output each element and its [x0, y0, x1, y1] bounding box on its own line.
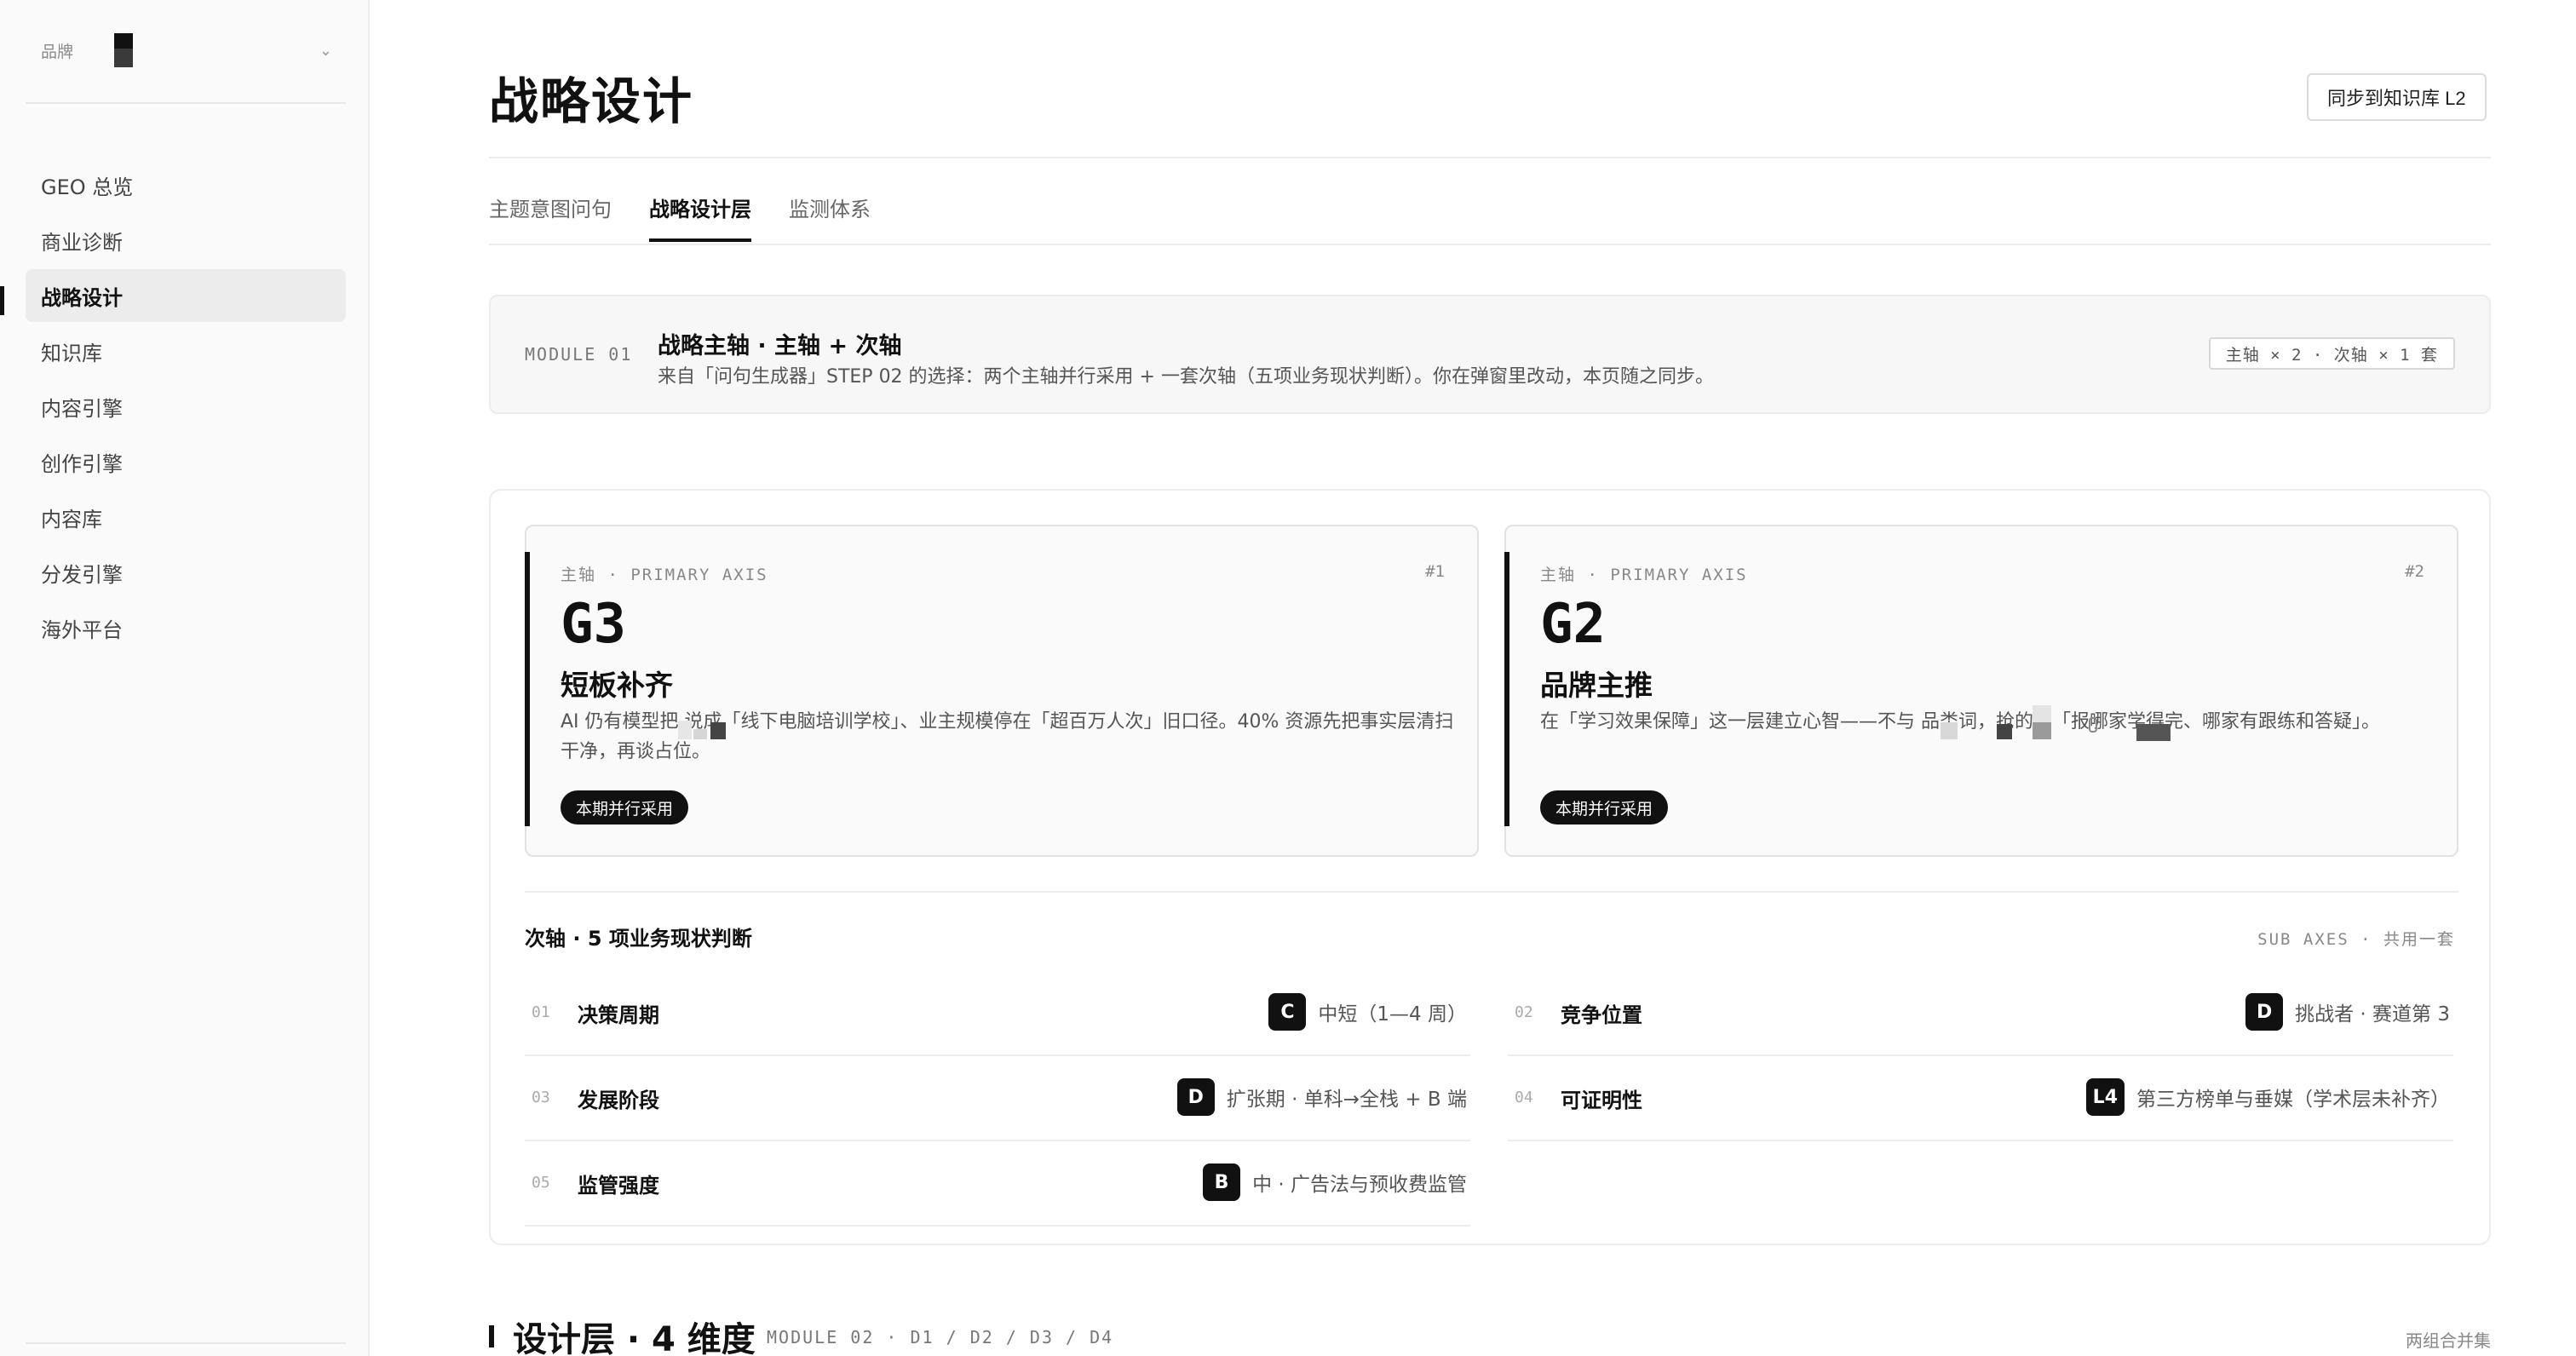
sidebar-item-label: 分发引擎 [41, 562, 123, 587]
redaction-mark [1997, 724, 2012, 739]
sidebar-item-content-library[interactable]: 内容库 [26, 491, 346, 543]
brand-selector[interactable]: 品牌 ⌄ [26, 20, 346, 80]
sidebar-item-overseas-platforms[interactable]: 海外平台 [26, 601, 346, 654]
redaction-mark [2033, 722, 2051, 739]
tab-strategy-design-layer[interactable]: 战略设计层 [649, 192, 751, 244]
axes-panel: 主轴 · PRIMARY AXIS #1 G3 短板补齐 AI 仍有模型把 说成… [489, 489, 2491, 1245]
sub-axis-row[interactable]: 05 监管强度 B 中 · 广告法与预收费监管 [525, 1143, 1470, 1227]
sidebar-item-strategy-design[interactable]: 战略设计 [26, 269, 346, 322]
tab-topic-intent-questions[interactable]: 主题意图问句 [489, 192, 612, 244]
row-index: 03 [532, 1089, 550, 1106]
row-value: 挑战者 · 赛道第 3 [2295, 1003, 2450, 1026]
sync-to-knowledge-base-button[interactable]: 同步到知识库 L2 [2307, 73, 2487, 121]
sub-axis-row[interactable]: 03 发展阶段 D 扩张期 · 单科→全栈 + B 端 [525, 1058, 1470, 1141]
axis-kicker: 主轴 · PRIMARY AXIS [561, 566, 768, 584]
sidebar-item-geo-overview[interactable]: GEO 总览 [26, 158, 346, 211]
row-label: 竞争位置 [1561, 1003, 1642, 1027]
row-label: 决策周期 [578, 1003, 659, 1027]
grade-badge: B [1203, 1164, 1241, 1201]
divider [26, 1342, 346, 1344]
module-title: 战略主轴 · 主轴 + 次轴 [658, 333, 902, 359]
divider [489, 244, 2491, 245]
sub-axis-row[interactable]: 02 竞争位置 D 挑战者 · 赛道第 3 [1508, 973, 2453, 1056]
divider [489, 157, 2491, 158]
redaction-mark [1941, 722, 1958, 739]
axis-kicker: 主轴 · PRIMARY AXIS [1540, 566, 1748, 584]
row-value: 扩张期 · 单科→全栈 + B 端 [1226, 1089, 1467, 1111]
sidebar-item-label: 内容引擎 [41, 396, 123, 421]
tab-monitoring-system[interactable]: 监测体系 [789, 192, 871, 244]
row-label: 监管强度 [578, 1174, 659, 1198]
sidebar-nav: GEO 总览 商业诊断 战略设计 知识库 内容引擎 创作引擎 内容库 分发引擎 … [26, 158, 346, 657]
sidebar: 品牌 ⌄ GEO 总览 商业诊断 战略设计 知识库 内容引擎 创作引擎 内容库 … [0, 0, 370, 1356]
row-index: 04 [1515, 1089, 1533, 1106]
row-value: 第三方榜单与垂媒（学术层未补齐） [2136, 1089, 2450, 1111]
brand-label: 品牌 [41, 42, 74, 61]
module-01-card: MODULE 01 战略主轴 · 主轴 + 次轴 来自「问句生成器」STEP 0… [489, 295, 2491, 414]
redaction-mark [2136, 724, 2171, 741]
redaction-mark [678, 721, 692, 739]
sidebar-item-content-engine[interactable]: 内容引擎 [26, 380, 346, 433]
row-label: 发展阶段 [578, 1089, 659, 1112]
chevron-down-icon[interactable]: ⌄ [319, 42, 332, 60]
page-title: 战略设计 [489, 72, 694, 130]
sidebar-item-label: 战略设计 [41, 285, 123, 310]
axis-code: G2 [1540, 593, 1607, 656]
redaction-mark [2089, 717, 2097, 733]
accent-bar [1504, 552, 1509, 826]
brand-logo [114, 33, 134, 67]
grade-badge: L4 [2085, 1078, 2125, 1116]
sidebar-item-knowledge-base[interactable]: 知识库 [26, 325, 346, 377]
sidebar-item-business-diagnosis[interactable]: 商业诊断 [26, 214, 346, 267]
module-tag: MODULE 01 [525, 344, 633, 365]
sub-axis-row[interactable]: 01 决策周期 C 中短（1—4 周） [525, 973, 1470, 1056]
sidebar-item-label: 内容库 [41, 507, 102, 531]
module-description: 来自「问句生成器」STEP 02 的选择：两个主轴并行采用 + 一套次轴（五项业… [658, 366, 1714, 388]
axis-name: 短板补齐 [561, 669, 673, 702]
row-value: 中短（1—4 周） [1318, 1003, 1467, 1026]
divider [525, 891, 2458, 893]
sidebar-item-label: 创作引擎 [41, 451, 123, 476]
sub-axes-title: 次轴 · 5 项业务现状判断 [525, 927, 752, 951]
axis-count-badge: 主轴 × 2 · 次轴 × 1 套 [2208, 337, 2455, 370]
redaction-mark [2033, 705, 2051, 722]
sidebar-item-label: 海外平台 [41, 618, 123, 642]
axis-rank: #1 [1425, 562, 1445, 581]
row-label: 可证明性 [1561, 1089, 1642, 1112]
sidebar-item-label: 知识库 [41, 341, 102, 365]
sidebar-item-label: GEO 总览 [41, 175, 134, 199]
axis-name: 品牌主推 [1540, 669, 1653, 702]
design-layer-title: 设计层 · 4 维度 [513, 1320, 756, 1356]
accent-bar [525, 552, 530, 826]
grade-badge: C [1268, 993, 1307, 1031]
row-value: 中 · 广告法与预收费监管 [1252, 1174, 1467, 1196]
design-layer-meta: MODULE 02 · D1 / D2 / D3 / D4 [767, 1327, 1114, 1347]
sub-axes-meta: SUB AXES · 共用一套 [2257, 930, 2455, 949]
row-index: 05 [532, 1174, 550, 1192]
row-index: 01 [532, 1003, 550, 1021]
grade-badge: D [1176, 1078, 1215, 1116]
adopted-badge: 本期并行采用 [1540, 790, 1669, 825]
primary-axis-card[interactable]: 主轴 · PRIMARY AXIS #2 G2 品牌主推 在「学习效果保障」这一… [1504, 525, 2458, 857]
redaction-mark [710, 722, 726, 739]
redaction-mark [693, 729, 707, 739]
active-indicator [0, 286, 4, 315]
sidebar-item-label: 商业诊断 [41, 230, 123, 255]
axis-code: G3 [561, 593, 627, 656]
tab-bar: 主题意图问句 战略设计层 监测体系 [489, 192, 908, 245]
primary-axis-card[interactable]: 主轴 · PRIMARY AXIS #1 G3 短板补齐 AI 仍有模型把 说成… [525, 525, 1479, 857]
sub-axis-row[interactable]: 04 可证明性 L4 第三方榜单与垂媒（学术层未补齐） [1508, 1058, 2453, 1141]
design-layer-note: 两组合并集 [2406, 1330, 2491, 1351]
divider [26, 102, 346, 104]
grade-badge: D [2245, 993, 2284, 1031]
section-accent-bar [489, 1325, 494, 1347]
sidebar-item-creation-engine[interactable]: 创作引擎 [26, 435, 346, 488]
axis-rank: #2 [2405, 562, 2424, 581]
sidebar-item-distribution-engine[interactable]: 分发引擎 [26, 546, 346, 599]
adopted-badge: 本期并行采用 [561, 790, 689, 825]
axis-description: 在「学习效果保障」这一层建立心智——不与 品类词，抢的是「报哪家学得完、哪家有跟… [1540, 711, 2380, 733]
row-index: 02 [1515, 1003, 1533, 1021]
